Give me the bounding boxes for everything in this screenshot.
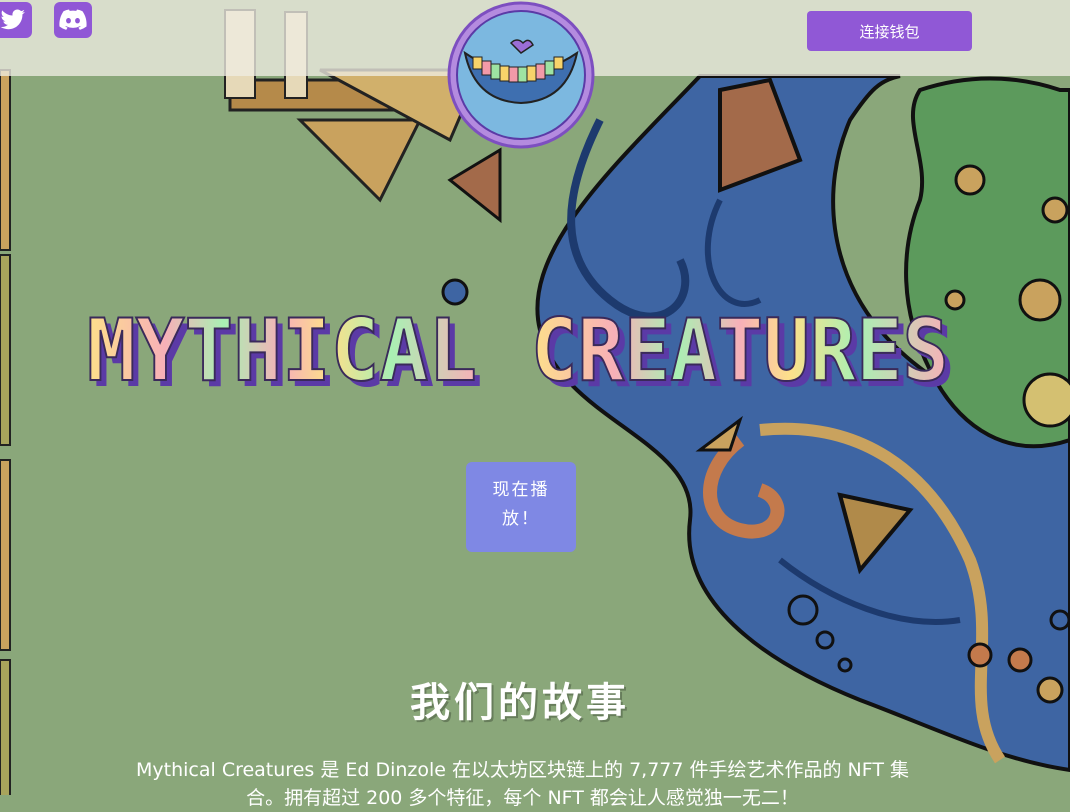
twitter-link[interactable] — [0, 2, 32, 38]
hero-title-word-1: MYTHICAL — [87, 301, 477, 401]
creature-logo[interactable] — [447, 1, 595, 149]
discord-link[interactable] — [54, 2, 92, 38]
twitter-icon — [0, 9, 25, 30]
discord-icon — [59, 9, 87, 30]
play-now-button[interactable]: 现在播放！ — [466, 462, 576, 552]
story-paragraph: Mythical Creatures 是 Ed Dinzole 在以太坊区块链上… — [136, 759, 909, 809]
story-heading: 我们的故事 — [410, 679, 630, 726]
hero-title: MYTHICAL CREATURES MYTHICAL CREATURES — [86, 300, 955, 406]
connect-wallet-button[interactable]: 连接钱包 — [807, 11, 972, 51]
hero-title-word-2: CREATURES — [531, 301, 949, 401]
